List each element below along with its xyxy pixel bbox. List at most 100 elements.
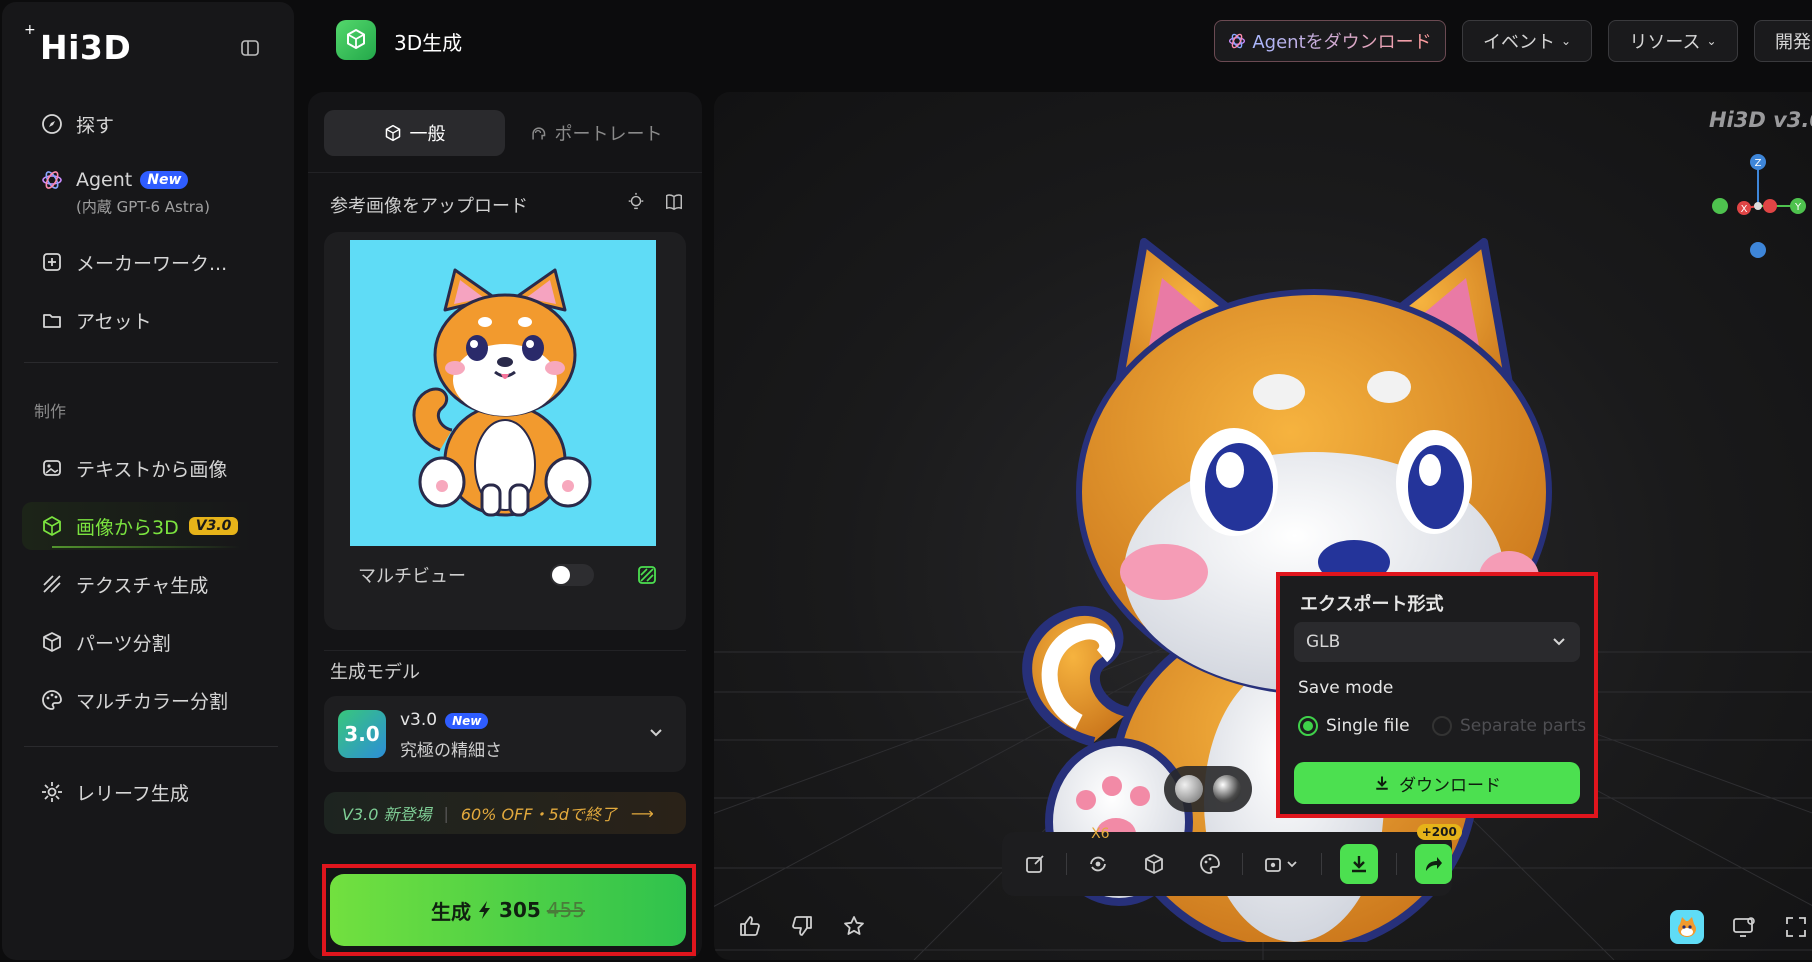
panel-divider <box>308 172 702 173</box>
sidebar-item-texture[interactable]: テクスチャ生成 <box>22 560 280 608</box>
logo[interactable]: + Hi3D <box>20 22 131 67</box>
3d-model-shiba[interactable] <box>984 182 1584 942</box>
fullscreen-icon[interactable] <box>1784 915 1808 939</box>
text-to-image-icon <box>40 456 64 480</box>
export-download-button[interactable]: ダウンロード <box>1294 762 1580 804</box>
export-format-value: GLB <box>1306 632 1341 652</box>
thumbs-up-icon[interactable] <box>738 914 762 938</box>
model-label: 生成モデル <box>330 662 420 683</box>
radio-separate-parts[interactable]: Separate parts <box>1432 716 1586 736</box>
compass-icon <box>40 112 64 136</box>
axis-gizmo[interactable]: Z Y X <box>1708 148 1812 258</box>
agent-icon <box>1228 32 1246 50</box>
x6-label: X6 <box>1091 826 1110 842</box>
sidebar-divider <box>24 746 278 747</box>
viewport-utilities <box>1670 910 1808 944</box>
page-logo <box>336 20 376 60</box>
generate-button[interactable]: 生成 305 455 <box>330 874 686 946</box>
page-title: 3D生成 <box>394 31 463 55</box>
sidebar-item-relief[interactable]: レリーフ生成 <box>22 768 280 816</box>
chevron-down-icon: ⌄ <box>1706 34 1717 48</box>
sidebar: + Hi3D 探す Agent New (内蔵 GPT-6 Astra) メーカ… <box>2 2 294 960</box>
star-icon[interactable] <box>842 914 866 938</box>
toolbar-divider <box>1241 853 1243 875</box>
logo-text: Hi3D <box>40 28 132 67</box>
axis-z-label: Z <box>1755 158 1762 169</box>
agent-icon <box>40 168 64 192</box>
dev-button[interactable]: 開発 <box>1754 20 1812 62</box>
sidebar-item-parts[interactable]: パーツ分割 <box>22 618 280 666</box>
upload-dropzone[interactable]: マルチビュー <box>324 232 686 630</box>
cube-grid-icon[interactable] <box>1141 850 1167 878</box>
sidebar-item-label: テクスチャ生成 <box>76 574 209 597</box>
radio-unchecked-icon <box>1432 716 1452 736</box>
promo-banner[interactable]: V3.0 新登場 | 60% OFF・5dで終了 ⟶ <box>324 792 686 834</box>
3d-viewport[interactable]: Hi3D v3.0 Z Y X <box>714 92 1812 960</box>
tab-label: 一般 <box>409 124 446 145</box>
model-selector[interactable]: 3.0 v3.0 New 究極の精細さ <box>324 696 686 772</box>
matte-sphere-icon[interactable] <box>1175 775 1203 803</box>
multiview-label: マルチビュー <box>358 566 466 587</box>
image-edit-icon[interactable] <box>636 564 658 586</box>
tab-general[interactable]: 一般 <box>324 110 505 156</box>
reward-badge: +200 <box>1416 824 1462 840</box>
upload-tools <box>626 192 684 212</box>
lightning-icon <box>477 900 493 920</box>
generation-panel: 一般 ポートレート 参考画像をアップロード マルチビュー 生成モデル 3.0 v… <box>308 92 702 960</box>
version-badge: V3.0 <box>188 517 239 535</box>
agent-download-button[interactable]: Agentをダウンロード <box>1214 20 1446 62</box>
event-dropdown[interactable]: イベント ⌄ <box>1462 20 1592 62</box>
sidebar-item-label: メーカーワーク... <box>76 252 228 275</box>
multiview-toggle[interactable] <box>550 564 594 586</box>
share-button[interactable]: +200 <box>1414 824 1462 884</box>
toolbar-divider <box>1066 853 1068 875</box>
export-download-label: ダウンロード <box>1399 775 1501 796</box>
panel-divider <box>324 650 686 651</box>
sidebar-item-label: 探す <box>76 114 115 137</box>
sidebar-item-assets[interactable]: アセット <box>22 296 280 344</box>
save-mode-label: Save mode <box>1298 678 1394 698</box>
edit-icon[interactable] <box>1022 850 1048 878</box>
palette-icon[interactable] <box>1197 850 1223 878</box>
display-settings-icon[interactable] <box>1732 915 1756 939</box>
tab-portrait[interactable]: ポートレート <box>505 110 686 156</box>
material-switch[interactable] <box>1164 766 1252 812</box>
resources-dropdown[interactable]: リソース ⌄ <box>1608 20 1738 62</box>
new-badge: New <box>445 713 489 729</box>
download-icon <box>1373 774 1391 792</box>
export-format-select[interactable]: GLB <box>1294 622 1580 662</box>
radio-single-file[interactable]: Single file <box>1298 716 1410 736</box>
rotate-icon[interactable]: X6 <box>1085 826 1111 878</box>
agent-subtitle: (内蔵 GPT-6 Astra) <box>76 198 210 216</box>
cube-icon <box>384 124 402 142</box>
sidebar-item-image-to-3d[interactable]: 画像から3D V3.0 <box>22 502 280 550</box>
agent-download-label: Agentをダウンロード <box>1252 28 1431 54</box>
sidebar-item-label: レリーフ生成 <box>76 782 189 805</box>
model-version: v3.0 New <box>400 710 489 730</box>
dev-label: 開発 <box>1775 32 1811 53</box>
sidebar-item-maker-work[interactable]: メーカーワーク... <box>22 238 280 286</box>
lightbulb-icon[interactable] <box>626 192 646 212</box>
maker-work-icon <box>40 250 64 274</box>
sidebar-item-explore[interactable]: 探す <box>22 100 280 148</box>
axis-x-label: X <box>1741 204 1748 215</box>
sidebar-item-multicolor[interactable]: マルチカラー分割 <box>22 676 280 724</box>
thumbnail-avatar[interactable] <box>1670 910 1704 944</box>
parts-icon <box>40 630 64 654</box>
rig-dropdown-icon[interactable] <box>1261 850 1304 878</box>
sidebar-divider <box>24 362 278 363</box>
sidebar-collapse-icon[interactable] <box>240 38 260 58</box>
thumbs-down-icon[interactable] <box>790 914 814 938</box>
toolbar-divider <box>1395 853 1397 875</box>
sidebar-item-label: Agent <box>76 169 133 191</box>
toolbar-divider <box>1321 853 1323 875</box>
sidebar-item-text-to-image[interactable]: テキストから画像 <box>22 444 280 492</box>
metal-sphere-icon[interactable] <box>1213 775 1241 803</box>
sidebar-item-label: アセット <box>76 310 152 333</box>
model-version-text: v3.0 <box>400 710 438 730</box>
upload-label: 参考画像をアップロード <box>330 196 528 217</box>
download-button[interactable] <box>1340 844 1378 884</box>
book-icon[interactable] <box>664 192 684 212</box>
radio-label: Single file <box>1326 716 1410 736</box>
head-icon <box>529 124 547 142</box>
